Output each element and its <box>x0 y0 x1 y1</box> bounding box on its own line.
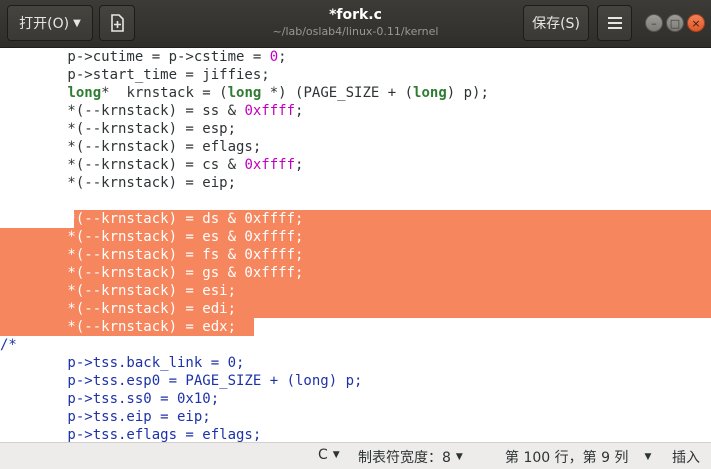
code-token: 0xffff <box>244 157 296 173</box>
code-line[interactable]: *(--krnstack) = ds & 0xffff; <box>0 210 711 228</box>
code-token: *(--krnstack) = es & 0xffff; <box>0 229 304 245</box>
code-token: *(--krnstack) = esi; <box>0 283 237 299</box>
code-token: ; <box>295 103 304 119</box>
chevron-down-icon: ▼ <box>332 450 340 460</box>
code-token: long <box>413 85 447 101</box>
cursor-position-selector[interactable]: 第 100 行，第 9 列 ▼ <box>505 447 651 467</box>
code-token: *(--krnstack) = esp; <box>0 121 237 137</box>
code-token: *(--krnstack) = edi; <box>0 301 237 317</box>
code-line[interactable]: *(--krnstack) = edx; <box>0 318 711 336</box>
chevron-down-icon: ▼ <box>644 452 652 462</box>
code-token: ) p); <box>446 85 489 101</box>
chevron-down-icon: ▼ <box>455 452 463 462</box>
code-line[interactable]: /* <box>0 336 711 354</box>
code-token: p->tss.esp0 = PAGE_SIZE + (long) p; <box>0 373 363 389</box>
code-token: *(--krnstack) = ds & 0xffff; <box>0 211 304 227</box>
code-line[interactable]: *(--krnstack) = cs & 0xffff; <box>0 156 711 174</box>
code-token: p->start_time = jiffies; <box>0 67 270 83</box>
code-line[interactable]: *(--krnstack) = eip; <box>0 174 711 192</box>
code-token: p->cutime = p->cstime = <box>0 49 270 65</box>
status-bar: C ▼ 制表符宽度：8 ▼ 第 100 行，第 9 列 ▼ 插入 <box>0 442 711 469</box>
save-button[interactable]: 保存(S) <box>523 5 589 41</box>
code-token: *) (PAGE_SIZE + ( <box>261 85 414 101</box>
title-bar: 打开(O) ▼ *fork.c ~/lab/oslab4/linux-0.11/… <box>0 0 711 48</box>
code-token: p->tss.eflags = eflags; <box>0 427 262 442</box>
menu-button[interactable] <box>597 5 632 41</box>
code-token: *(--krnstack) = edx; <box>0 319 237 335</box>
tab-width-selector[interactable]: 制表符宽度：8 ▼ <box>358 447 463 467</box>
code-token: *(--krnstack) = fs & 0xffff; <box>0 247 304 263</box>
new-tab-button[interactable] <box>99 5 135 41</box>
window-subtitle: ~/lab/oslab4/linux-0.11/kernel <box>272 25 439 38</box>
code-line[interactable]: *(--krnstack) = es & 0xffff; <box>0 228 711 246</box>
code-line[interactable]: *(--krnstack) = esi; <box>0 282 711 300</box>
maximize-button[interactable]: □ <box>666 14 684 32</box>
code-token: long <box>67 85 102 101</box>
window-title: *fork.c <box>329 7 382 23</box>
code-token: *(--krnstack) = eip; <box>0 175 237 191</box>
code-token: p->tss.ss0 = 0x10; <box>0 391 220 407</box>
code-line[interactable] <box>0 192 711 210</box>
code-token: *(--krnstack) = ss & <box>0 103 245 119</box>
code-token: *(--krnstack) = eflags; <box>0 139 262 155</box>
minimize-icon: – <box>651 16 657 30</box>
code-line[interactable]: long* krnstack = (long *) (PAGE_SIZE + (… <box>0 84 711 102</box>
open-button[interactable]: 打开(O) ▼ <box>7 5 93 41</box>
code-line[interactable]: p->start_time = jiffies; <box>0 66 711 84</box>
close-button[interactable]: × <box>687 14 705 32</box>
window-title-area: *fork.c ~/lab/oslab4/linux-0.11/kernel <box>200 6 511 39</box>
code-token: *(--krnstack) = gs & 0xffff; <box>0 265 304 281</box>
insert-mode-label: 插入 <box>672 450 700 466</box>
language-label: C <box>318 447 328 463</box>
chevron-down-icon: ▼ <box>73 17 81 29</box>
code-line[interactable]: *(--krnstack) = eflags; <box>0 138 711 156</box>
hamburger-menu-icon <box>607 17 622 29</box>
code-token: ; <box>278 49 287 65</box>
cursor-position-label: 第 100 行，第 9 列 <box>505 450 629 466</box>
code-editor[interactable]: p->cutime = p->cstime = 0; p->start_time… <box>0 48 711 442</box>
language-selector[interactable]: C ▼ <box>318 447 340 463</box>
open-button-label: 打开(O) <box>19 16 70 32</box>
code-line[interactable]: p->cutime = p->cstime = 0; <box>0 48 711 66</box>
code-line[interactable]: *(--krnstack) = fs & 0xffff; <box>0 246 711 264</box>
new-document-icon <box>111 14 124 32</box>
code-line[interactable]: *(--krnstack) = gs & 0xffff; <box>0 264 711 282</box>
maximize-icon: □ <box>669 16 681 30</box>
code-token: 0 <box>269 49 279 65</box>
tab-width-label: 制表符宽度：8 <box>358 450 451 466</box>
code-token: p->tss.back_link = 0; <box>0 355 245 371</box>
code-line[interactable]: *(--krnstack) = edi; <box>0 300 711 318</box>
close-icon: × <box>691 16 701 30</box>
code-token: *(--krnstack) = cs & <box>0 157 245 173</box>
code-token: long <box>227 85 262 101</box>
code-line[interactable]: p->tss.esp0 = PAGE_SIZE + (long) p; <box>0 372 711 390</box>
code-token: 0xffff <box>244 103 296 119</box>
code-token: * krnstack = ( <box>101 85 228 101</box>
code-token: ; <box>295 157 304 173</box>
code-line[interactable]: *(--krnstack) = esp; <box>0 120 711 138</box>
minimize-button[interactable]: – <box>645 14 663 32</box>
code-line[interactable]: p->tss.ss0 = 0x10; <box>0 390 711 408</box>
code-line[interactable]: p->tss.eip = eip; <box>0 408 711 426</box>
code-token: p->tss.eip = eip; <box>0 409 211 425</box>
code-line[interactable]: *(--krnstack) = ss & 0xffff; <box>0 102 711 120</box>
code-line[interactable]: p->tss.back_link = 0; <box>0 354 711 372</box>
code-line[interactable]: p->tss.eflags = eflags; <box>0 426 711 442</box>
insert-mode-indicator[interactable]: 插入 <box>672 447 700 467</box>
code-token: /* <box>0 337 17 353</box>
